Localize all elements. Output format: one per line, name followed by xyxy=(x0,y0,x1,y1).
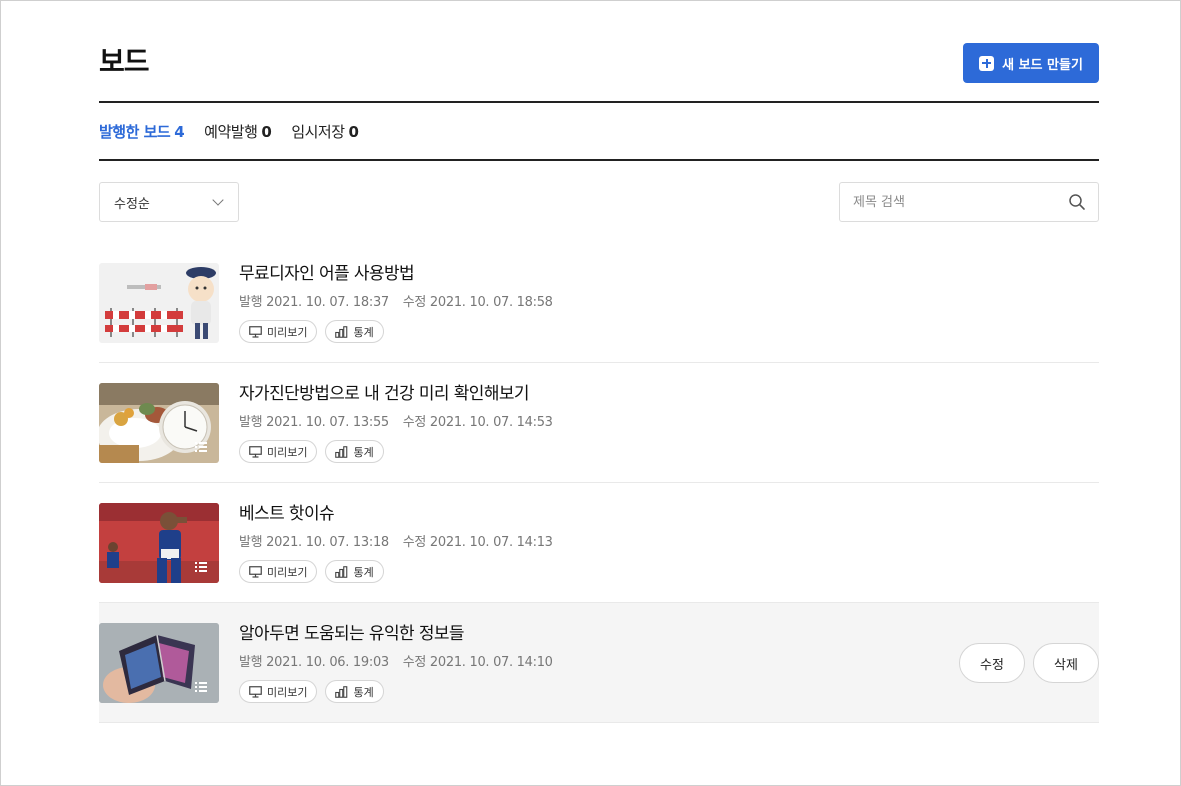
modified-label: 수정 xyxy=(402,655,427,670)
row-actions: 수정 삭제 xyxy=(959,643,1099,683)
page-header: 보드 새 보드 만들기 xyxy=(99,43,1099,103)
board-row[interactable]: 알아두면 도움되는 유익한 정보들 발행 2021. 10. 06. 19:03… xyxy=(99,603,1099,723)
modified-date: 2021. 10. 07. 14:13 xyxy=(429,535,553,550)
modified-label: 수정 xyxy=(402,295,427,310)
preview-button[interactable]: 미리보기 xyxy=(239,680,318,703)
board-chips: 미리보기 통계 xyxy=(239,680,384,703)
tab-published[interactable]: 발행한 보드 4 xyxy=(99,121,185,142)
status-tabs: 발행한 보드 4 예약발행 0 임시저장 0 xyxy=(99,104,1099,161)
bar-chart-icon xyxy=(335,565,348,578)
tab-count: 4 xyxy=(174,123,185,141)
board-dates: 발행 2021. 10. 07. 18:37 수정 2021. 10. 07. … xyxy=(239,291,553,310)
search-box xyxy=(839,182,1099,222)
tab-count: 0 xyxy=(348,123,359,141)
published-label: 발행 xyxy=(239,535,263,550)
board-chips: 미리보기 통계 xyxy=(239,320,384,343)
athlete-image xyxy=(99,503,219,583)
board-thumbnail[interactable] xyxy=(99,623,219,703)
board-list: 무료디자인 어플 사용방법 발행 2021. 10. 07. 18:37 수정 … xyxy=(99,243,1099,723)
board-chips: 미리보기 통계 xyxy=(239,440,384,463)
chevron-down-icon xyxy=(212,194,224,206)
published-date: 2021. 10. 07. 13:18 xyxy=(266,535,389,550)
tab-label: 예약발행 xyxy=(204,123,258,141)
stats-button[interactable]: 통계 xyxy=(325,320,384,343)
monitor-icon xyxy=(249,565,262,578)
bar-chart-icon xyxy=(335,325,348,338)
bar-chart-icon xyxy=(335,445,348,458)
preview-button[interactable]: 미리보기 xyxy=(239,440,318,463)
stats-label: 통계 xyxy=(353,445,374,459)
board-chips: 미리보기 통계 xyxy=(239,560,384,583)
police-character-image xyxy=(99,263,219,343)
edit-button[interactable]: 수정 xyxy=(959,643,1025,683)
delete-button[interactable]: 삭제 xyxy=(1033,643,1099,683)
plus-icon xyxy=(979,55,995,71)
stats-label: 통계 xyxy=(353,565,374,579)
modified-date: 2021. 10. 07. 14:10 xyxy=(429,655,553,670)
board-dates: 발행 2021. 10. 06. 19:03 수정 2021. 10. 07. … xyxy=(239,651,553,670)
sort-selected-value: 수정순 xyxy=(114,196,150,212)
tab-scheduled[interactable]: 예약발행 0 xyxy=(204,121,272,142)
sort-dropdown[interactable]: 수정순 xyxy=(99,182,239,222)
preview-button[interactable]: 미리보기 xyxy=(239,560,318,583)
modified-date: 2021. 10. 07. 18:58 xyxy=(429,295,553,310)
search-input[interactable] xyxy=(840,183,1060,221)
published-date: 2021. 10. 07. 13:55 xyxy=(266,415,389,430)
tab-drafts[interactable]: 임시저장 0 xyxy=(291,121,359,142)
preview-label: 미리보기 xyxy=(267,325,308,339)
published-date: 2021. 10. 06. 19:03 xyxy=(266,655,389,670)
board-dates: 발행 2021. 10. 07. 13:55 수정 2021. 10. 07. … xyxy=(239,411,553,430)
modified-label: 수정 xyxy=(402,535,427,550)
preview-label: 미리보기 xyxy=(267,445,308,459)
board-thumbnail[interactable] xyxy=(99,503,219,583)
preview-button[interactable]: 미리보기 xyxy=(239,320,318,343)
board-title[interactable]: 알아두면 도움되는 유익한 정보들 xyxy=(239,623,465,645)
published-label: 발행 xyxy=(239,415,263,430)
board-row[interactable]: 베스트 핫이슈 발행 2021. 10. 07. 13:18 수정 2021. … xyxy=(99,483,1099,603)
stats-button[interactable]: 통계 xyxy=(325,440,384,463)
new-board-label: 새 보드 만들기 xyxy=(1002,57,1083,73)
modified-date: 2021. 10. 07. 14:53 xyxy=(429,415,553,430)
board-row[interactable]: 무료디자인 어플 사용방법 발행 2021. 10. 07. 18:37 수정 … xyxy=(99,243,1099,363)
bar-chart-icon xyxy=(335,685,348,698)
stats-label: 통계 xyxy=(353,685,374,699)
board-row[interactable]: 자가진단방법으로 내 건강 미리 확인해보기 발행 2021. 10. 07. … xyxy=(99,363,1099,483)
board-thumbnail[interactable] xyxy=(99,263,219,343)
board-title[interactable]: 무료디자인 어플 사용방법 xyxy=(239,263,415,285)
monitor-icon xyxy=(249,325,262,338)
published-label: 발행 xyxy=(239,655,263,670)
monitor-icon xyxy=(249,445,262,458)
board-thumbnail[interactable] xyxy=(99,383,219,463)
monitor-icon xyxy=(249,685,262,698)
board-title[interactable]: 베스트 핫이슈 xyxy=(239,503,335,525)
preview-label: 미리보기 xyxy=(267,565,308,579)
breakfast-image xyxy=(99,383,219,463)
page-title: 보드 xyxy=(99,45,150,78)
board-page: 보드 새 보드 만들기 발행한 보드 4 예약발행 0 임시저장 0 수정순 제… xyxy=(0,0,1181,786)
published-date: 2021. 10. 07. 18:37 xyxy=(266,295,389,310)
preview-label: 미리보기 xyxy=(267,685,308,699)
search-icon[interactable] xyxy=(1068,193,1086,211)
new-board-button[interactable]: 새 보드 만들기 xyxy=(963,43,1099,83)
board-dates: 발행 2021. 10. 07. 13:18 수정 2021. 10. 07. … xyxy=(239,531,553,550)
tab-count: 0 xyxy=(261,123,272,141)
board-title[interactable]: 자가진단방법으로 내 건강 미리 확인해보기 xyxy=(239,383,530,405)
stats-button[interactable]: 통계 xyxy=(325,680,384,703)
modified-label: 수정 xyxy=(402,415,427,430)
tab-label: 발행한 보드 xyxy=(99,123,171,141)
tab-label: 임시저장 xyxy=(291,123,345,141)
stats-button[interactable]: 통계 xyxy=(325,560,384,583)
stats-label: 통계 xyxy=(353,325,374,339)
published-label: 발행 xyxy=(239,295,263,310)
foldable-phone-image xyxy=(99,623,219,703)
